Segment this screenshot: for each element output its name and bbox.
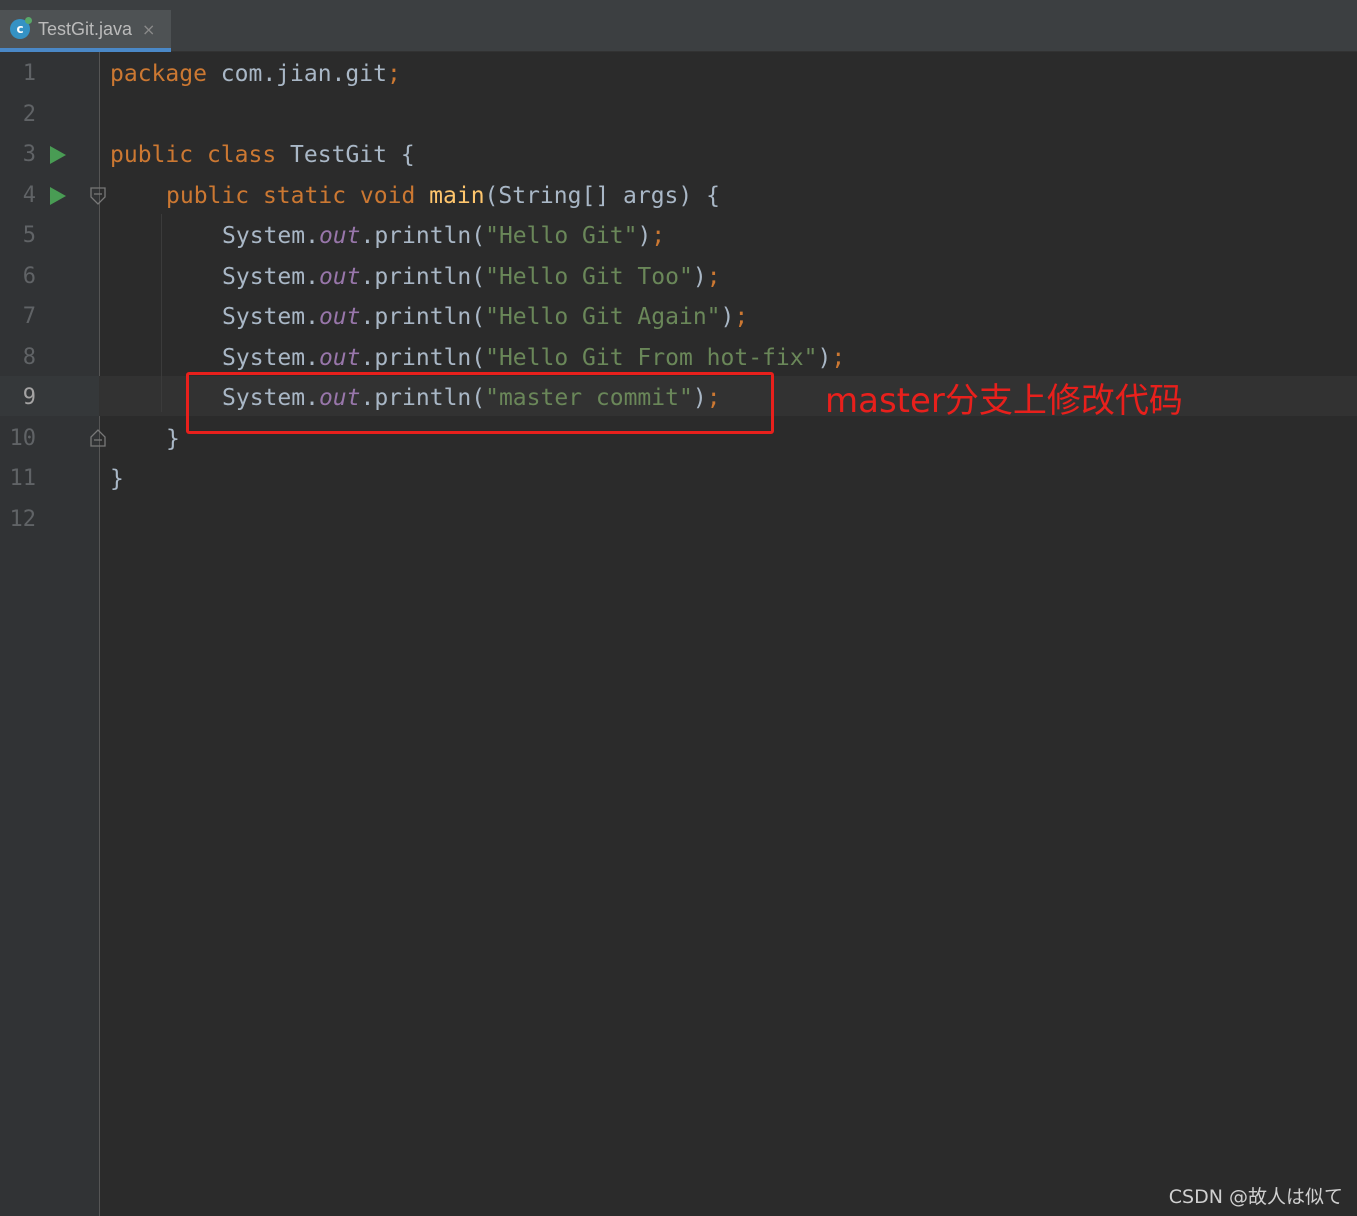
fold-icon[interactable] bbox=[90, 187, 106, 205]
line-number: 5 bbox=[22, 223, 36, 248]
code-line-3: public class TestGit { bbox=[110, 142, 415, 168]
watermark: CSDN @故人は似て bbox=[1168, 1186, 1343, 1208]
code-line-1: package com.jian.git; bbox=[110, 61, 401, 87]
annotation-box bbox=[186, 372, 774, 434]
java-class-icon: c bbox=[10, 17, 32, 39]
line-number: 10 bbox=[9, 426, 37, 451]
line-number: 8 bbox=[22, 345, 36, 370]
line-number: 6 bbox=[22, 264, 36, 289]
line-number: 4 bbox=[22, 183, 36, 208]
editor-tab-bar: c TestGit.java × bbox=[0, 10, 1357, 52]
line-number: 9 bbox=[22, 385, 36, 410]
line-number: 1 bbox=[22, 61, 36, 86]
code-line-5: System.out.println("Hello Git"); bbox=[222, 223, 666, 249]
line-number: 12 bbox=[9, 507, 37, 532]
line-number: 3 bbox=[22, 142, 36, 167]
indent-guide bbox=[161, 214, 162, 412]
tab-testgit-java[interactable]: c TestGit.java × bbox=[0, 10, 171, 52]
annotation-text: master分支上修改代码 bbox=[825, 381, 1183, 421]
tab-label: TestGit.java bbox=[38, 18, 133, 39]
code-line-10: } bbox=[166, 426, 180, 452]
line-number: 11 bbox=[9, 466, 37, 491]
code-line-11: } bbox=[110, 466, 124, 492]
line-number: 2 bbox=[22, 102, 36, 127]
run-main-icon[interactable] bbox=[50, 187, 66, 205]
code-line-4: public static void main(String[] args) { bbox=[166, 183, 720, 209]
code-line-6: System.out.println("Hello Git Too"); bbox=[222, 264, 721, 290]
run-class-icon[interactable] bbox=[50, 146, 66, 164]
code-line-7: System.out.println("Hello Git Again"); bbox=[222, 304, 749, 330]
line-number: 7 bbox=[22, 304, 36, 329]
unfold-end-icon[interactable] bbox=[90, 429, 106, 447]
close-icon[interactable]: × bbox=[142, 20, 155, 39]
